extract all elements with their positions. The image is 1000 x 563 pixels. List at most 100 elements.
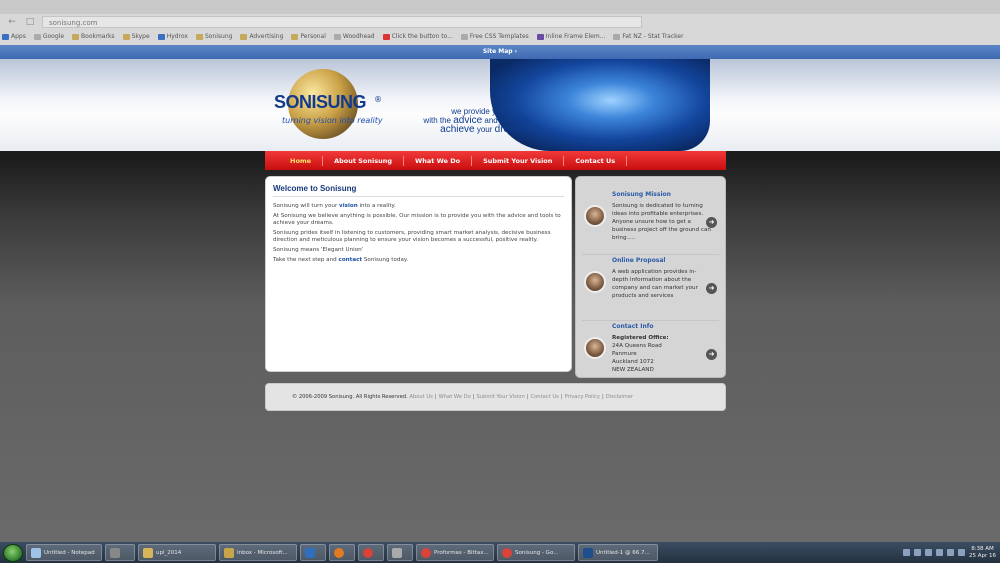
task-folder[interactable]: upl_2014 [138, 544, 216, 561]
welcome-paragraph-3: Sonisung prides itself in listening to c… [273, 230, 551, 243]
contact-heading[interactable]: Contact Info [612, 323, 653, 330]
task-photoshop[interactable]: Untitled-1 @ 66.7... [578, 544, 658, 561]
bookmark-label: Inline Frame Elem... [545, 33, 606, 40]
arrow-right-icon[interactable]: ➜ [706, 283, 717, 294]
hero-globe-image [490, 59, 710, 151]
task-chrome-proformas[interactable]: Proformas - Bittax... [416, 544, 494, 561]
sidebar-mission: Sonisung Mission Sonisung is dedicated t… [582, 189, 719, 255]
bookmark-item[interactable]: Google [33, 33, 64, 40]
address-line-3: Auckland 1072 [612, 359, 654, 365]
nav-contact-us[interactable]: Contact Us [564, 155, 628, 166]
slogan-achieve: achieve [440, 124, 475, 135]
bookmark-item[interactable]: Advertising [240, 33, 283, 40]
bookmark-label: Click the button to... [391, 33, 453, 40]
task-app[interactable] [105, 544, 135, 561]
proposal-text: A web application provides in-depth info… [612, 269, 698, 299]
browser-chrome: ← □ sonisung.com Apps Google Bookmarks Skyp… [0, 0, 1000, 45]
slogan-dreams: dreams [494, 124, 528, 135]
purple-page-icon [536, 33, 544, 40]
bookmark-label: Fat NZ - Stat Tracker [622, 33, 684, 40]
task-chrome-sonisung[interactable]: Sonisung - Go... [497, 544, 575, 561]
site-map-link[interactable]: Site Map › [0, 45, 1000, 59]
tray-icon[interactable] [902, 549, 910, 556]
p1-text-c: into a reality. [359, 203, 396, 209]
nav-home[interactable]: Home [279, 155, 324, 166]
slogan-line-3: achieve your dreams [400, 124, 528, 135]
registered-office-label: Registered Office: [612, 335, 669, 341]
footer-link-privacy[interactable]: Privacy Policy [565, 394, 600, 400]
back-icon[interactable]: ← [6, 17, 18, 27]
footer-link-about[interactable]: About Us [409, 394, 433, 400]
logo-registered-mark: ® [374, 95, 382, 104]
bookmarks-bar: Apps Google Bookmarks Skype Hydrox Sonisung Ad… [0, 30, 1000, 43]
bookmark-label: Hydrox [166, 33, 188, 40]
task-chrome[interactable] [358, 544, 384, 561]
mission-heading[interactable]: Sonisung Mission [612, 191, 671, 198]
bookmark-item[interactable]: Personal [291, 33, 326, 40]
mail-icon [224, 547, 234, 558]
footer-link-what-we-do[interactable]: What We Do [439, 394, 471, 400]
arrow-right-icon[interactable]: ➜ [706, 349, 717, 360]
task-firefox[interactable] [329, 544, 355, 561]
address-line-2: Panmure [612, 351, 637, 357]
clock-time: 8:38 AM [971, 545, 994, 552]
bookmark-item[interactable]: Hydrox [157, 33, 188, 40]
bookmark-item[interactable]: Free CSS Templates [460, 33, 529, 40]
bookmark-item[interactable]: Skype [122, 33, 150, 40]
folder-icon [195, 33, 203, 40]
footer-link-disclaimer[interactable]: Disclaimer [606, 394, 633, 400]
arrow-right-icon[interactable]: ➜ [706, 217, 717, 228]
contact-text: Registered Office: 24A Queens Road Panmu… [612, 334, 712, 374]
start-button[interactable] [3, 543, 23, 562]
folder-icon [72, 33, 80, 40]
bookmark-label: Apps [11, 33, 26, 40]
sidebar-proposal: Online Proposal A web application provid… [582, 255, 719, 321]
logo-text[interactable]: SONISUNG [274, 92, 367, 113]
site-map-label[interactable]: Site Map [483, 48, 513, 55]
task-notepad[interactable]: Untitled - Notepad [26, 544, 102, 561]
system-tray: 8:38 AM 25 Apr 16 [902, 546, 1000, 560]
system-clock[interactable]: 8:38 AM 25 Apr 16 [969, 546, 996, 560]
apps-icon [2, 33, 9, 40]
task-ie[interactable] [300, 544, 326, 561]
volume-icon[interactable] [957, 549, 965, 556]
bookmark-item[interactable]: Apps [2, 33, 26, 40]
nav-submit-your-vision[interactable]: Submit Your Vision [472, 155, 565, 166]
page-icon: □ [25, 17, 35, 27]
vision-link[interactable]: vision [339, 203, 358, 209]
task-misc[interactable] [387, 544, 413, 561]
tray-icon[interactable] [913, 549, 921, 556]
bookmark-item[interactable]: Inline Frame Elem... [536, 33, 606, 40]
task-outlook[interactable]: Inbox - Microsoft... [219, 544, 297, 561]
welcome-card: Welcome to Sonisung Sonisung will turn y… [265, 176, 572, 372]
site-header: SONISUNG ® turning vision into reality w… [0, 59, 1000, 151]
bookmark-item[interactable]: Bookmarks [72, 33, 115, 40]
address-bar[interactable]: sonisung.com [42, 16, 642, 28]
p1-text-a: Sonisung will turn your [273, 203, 338, 209]
nav-about-sonisung[interactable]: About Sonisung [323, 155, 405, 166]
footer-link-contact[interactable]: Contact Us [531, 394, 559, 400]
nav-what-we-do[interactable]: What We Do [404, 155, 473, 166]
bookmark-item[interactable]: Woodhead [333, 33, 375, 40]
welcome-paragraph-1: Sonisung will turn your vision into a re… [273, 203, 564, 210]
mission-text: Sonisung is dedicated to turning ideas i… [612, 203, 711, 241]
footer-link-submit[interactable]: Submit Your Vision [477, 394, 525, 400]
sidebar: Sonisung Mission Sonisung is dedicated t… [575, 176, 726, 378]
blue-page-icon [157, 33, 165, 40]
proposal-heading[interactable]: Online Proposal [612, 257, 666, 264]
contact-link[interactable]: contact [339, 257, 363, 263]
sidebar-contact: Contact Info Registered Office: 24A Quee… [582, 321, 719, 387]
bookmark-item[interactable]: Click the button to... [382, 33, 453, 40]
hero-slogan: we provide you with the advice and tools… [400, 107, 550, 135]
tray-icon[interactable] [935, 549, 943, 556]
network-icon[interactable] [946, 549, 954, 556]
address-line-1: 24A Queens Road [612, 343, 662, 349]
footer-copyright: © 2006-2009 Sonisung. All Rights Reserve… [292, 394, 408, 400]
tray-icon[interactable] [924, 549, 932, 556]
proposal-avatar [584, 271, 606, 293]
clock-date: 25 Apr 16 [968, 552, 996, 559]
bookmark-item[interactable]: Sonisung [195, 33, 232, 40]
chrome-icon [502, 547, 512, 558]
folder-icon [143, 547, 153, 558]
bookmark-item[interactable]: Fat NZ - Stat Tracker [613, 33, 684, 40]
